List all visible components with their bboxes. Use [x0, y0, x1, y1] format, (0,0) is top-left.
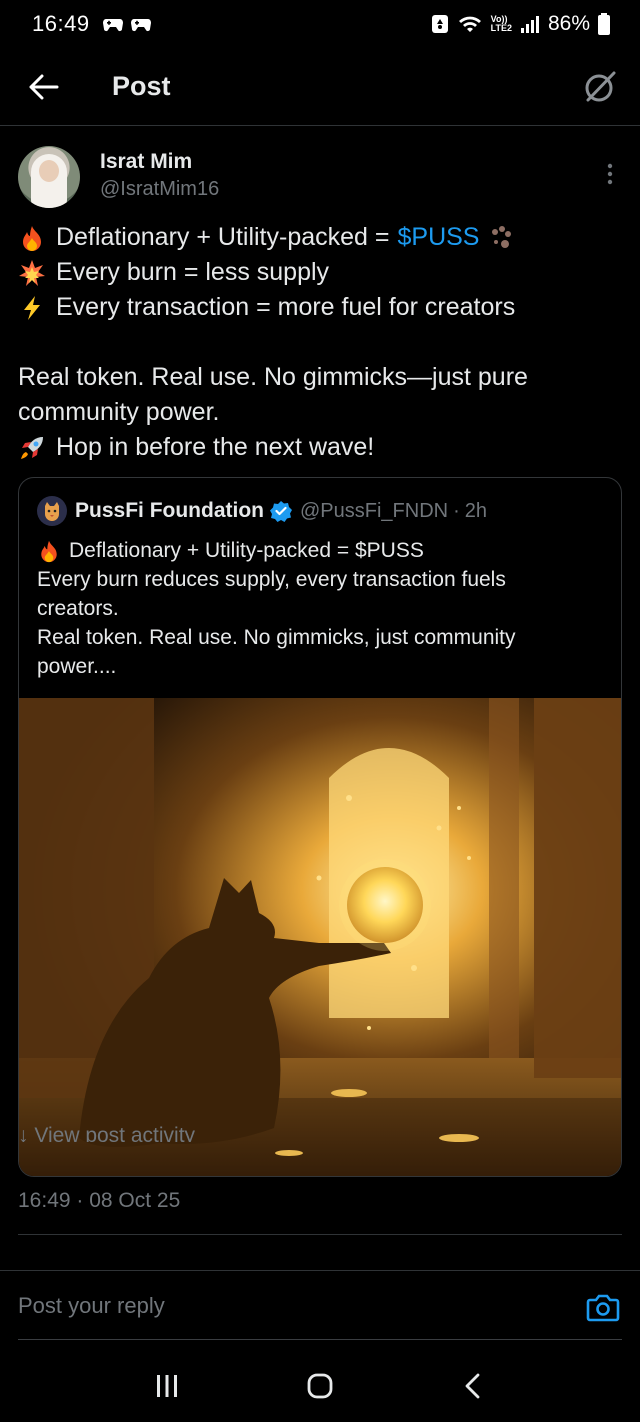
post-timestamp: 16:49 · 08 Oct 25 — [18, 1189, 181, 1212]
verified-icon — [270, 501, 292, 522]
author-name[interactable]: Israt Mim — [100, 150, 192, 174]
status-notification-icons — [102, 15, 152, 33]
quoted-post[interactable]: PussFi Foundation @PussFi_FNDN · 2h Defl… — [18, 477, 622, 1177]
battery-icon — [598, 13, 610, 35]
recycle-icon — [431, 15, 448, 33]
quote-line-4: Real token. Real use. No gimmicks, just … — [37, 626, 516, 649]
post-line: Every burn = less supply — [18, 255, 622, 290]
collision-icon — [19, 259, 45, 286]
network-type: Vo)) LTE2 — [491, 15, 512, 33]
author-row: Israt Mim @IsratMim16 — [18, 144, 622, 212]
status-bar: 16:49 Vo)) LTE2 86% — [0, 0, 640, 48]
quote-line-1: Deflationary + Utility-packed = $PUSS — [69, 539, 424, 562]
status-time: 16:49 — [32, 11, 90, 36]
more-icon — [607, 163, 613, 185]
post-line: Deflationary + Utility-packed = $PUSS — [18, 220, 622, 255]
avatar[interactable] — [18, 146, 80, 208]
view-post-activity[interactable]: ↓ View post activity — [18, 1124, 195, 1142]
post-line: Every transaction = more fuel for creato… — [18, 290, 622, 325]
fire-icon — [41, 540, 57, 562]
back-icon — [465, 1373, 480, 1399]
post-line-1: Deflationary + Utility-packed = — [56, 223, 390, 251]
post-line-6: Hop in before the next wave! — [56, 433, 375, 461]
game-controller-icon — [130, 19, 151, 32]
battery-percent: 86% — [547, 12, 590, 35]
page-title: Post — [112, 71, 171, 101]
quote-line-3: creators. — [37, 597, 119, 620]
quote-header: PussFi Foundation @PussFi_FNDN · 2h — [37, 496, 487, 526]
reply-input[interactable]: Post your reply — [18, 1293, 165, 1319]
wifi-icon — [458, 16, 481, 32]
system-nav-bar — [0, 1350, 640, 1422]
post-line-2: Every burn = less supply — [56, 258, 330, 286]
cat-logo-icon — [45, 502, 59, 521]
recents-icon — [156, 1375, 177, 1397]
avatar-face — [39, 160, 59, 182]
quote-image[interactable] — [19, 698, 621, 1176]
post-line: Real token. Real use. No gimmicks—just p… — [18, 360, 622, 395]
quote-line-2: Every burn reduces supply, every transac… — [37, 568, 506, 591]
home-button[interactable] — [296, 1362, 344, 1410]
quote-text: Deflationary + Utility-packed = $PUSS Ev… — [37, 536, 607, 681]
reply-underline — [18, 1339, 622, 1340]
quote-avatar[interactable] — [37, 496, 67, 526]
system-back-button[interactable] — [449, 1362, 497, 1410]
quote-time: 2h — [464, 499, 488, 522]
lte-label: LTE2 — [490, 23, 512, 33]
author-handle[interactable]: @IsratMim16 — [100, 178, 219, 201]
paw-icon — [492, 225, 512, 248]
reply-bar: Post your reply — [0, 1270, 640, 1340]
lightning-icon — [24, 295, 40, 320]
view-activity-label: View post activity — [34, 1124, 196, 1142]
app-header: Post — [0, 48, 640, 126]
divider — [18, 1234, 622, 1235]
recents-button[interactable] — [143, 1362, 191, 1410]
fire-icon — [23, 225, 41, 251]
rocket-icon — [21, 436, 43, 459]
grok-icon — [585, 71, 616, 101]
quote-author-name[interactable]: PussFi Foundation — [75, 499, 264, 523]
home-icon — [307, 1373, 333, 1399]
camera-icon[interactable] — [586, 1293, 620, 1323]
status-right: Vo)) LTE2 86% — [431, 12, 610, 36]
quote-separator: · — [453, 499, 460, 522]
post-line: community power. — [18, 395, 622, 430]
post-line-3: Every transaction = more fuel for creato… — [56, 293, 516, 321]
post-line-4: Real token. Real use. No gimmicks—just p… — [18, 363, 528, 391]
more-options-button[interactable] — [598, 154, 622, 194]
grok-button[interactable] — [580, 67, 620, 107]
back-arrow-icon — [29, 74, 59, 99]
quote-line-5: power.... — [37, 655, 117, 678]
back-button[interactable] — [22, 65, 66, 109]
post-line: Hop in before the next wave! — [18, 430, 622, 465]
post-line-5: community power. — [18, 398, 220, 426]
quote-line: Deflationary + Utility-packed = $PUSS — [37, 536, 607, 565]
cashtag-link[interactable]: $PUSS — [397, 220, 479, 255]
quote-author-handle: @PussFi_FNDN — [300, 499, 449, 522]
post-text: Deflationary + Utility-packed = $PUSS Ev… — [18, 220, 622, 465]
game-controller-icon — [102, 19, 123, 32]
signal-icon — [520, 16, 539, 33]
activity-icon: ↓ — [18, 1124, 35, 1142]
